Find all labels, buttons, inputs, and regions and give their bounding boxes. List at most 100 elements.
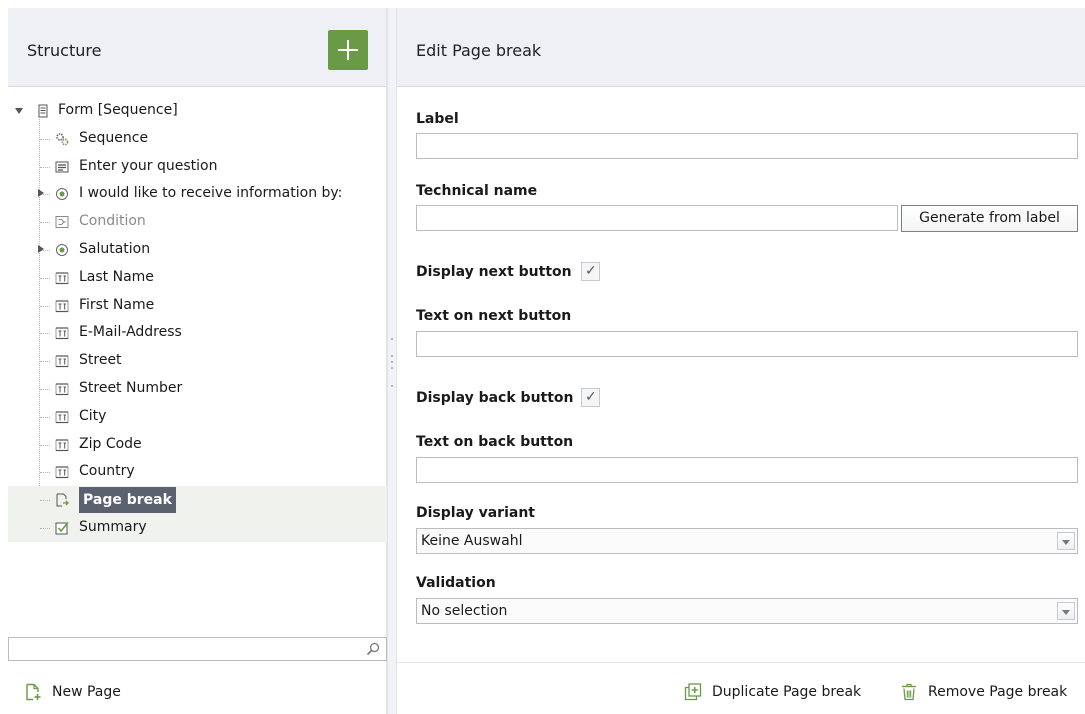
display-next-checkbox[interactable]: ✓	[581, 262, 600, 281]
tree-node-label: Country	[79, 463, 135, 480]
validation-value: No selection	[421, 603, 508, 619]
editor-header: Edit Page break	[397, 8, 1085, 87]
tree-node-label: Zip Code	[79, 435, 142, 452]
tree-branch-line	[40, 389, 50, 390]
expand-arrow-down-icon[interactable]	[13, 97, 25, 125]
add-element-button[interactable]	[328, 30, 368, 70]
back-text-input[interactable]	[416, 457, 1078, 483]
tree-branch-line	[40, 305, 50, 307]
expand-arrow-right-icon[interactable]	[35, 180, 47, 208]
tree-node-label: Form [Sequence]	[58, 102, 178, 118]
tree-node[interactable]: Street	[8, 347, 387, 375]
tree-branch-line	[40, 472, 50, 474]
tree-node[interactable]: First Name	[8, 292, 387, 320]
tree-node[interactable]: Zip Code	[8, 431, 387, 459]
tree-branch-line	[40, 361, 50, 363]
editor-title: Edit Page break	[416, 41, 542, 60]
tree-node-label: Salutation	[79, 241, 151, 257]
tree-node-label: Enter your question	[79, 157, 218, 174]
trash-icon	[902, 683, 916, 701]
tree-branch-line	[40, 444, 50, 446]
back-text-label: Text on back button	[416, 434, 574, 450]
radio-icon	[56, 244, 68, 256]
tree-node-label: Sequence	[79, 129, 149, 146]
splitter-grip	[391, 385, 393, 387]
tree-node[interactable]: Summary	[8, 514, 387, 542]
tree-node-label: Page break	[79, 487, 176, 514]
chevron-down-icon[interactable]	[1057, 602, 1075, 620]
generate-from-label-button[interactable]: Generate from label	[901, 205, 1078, 232]
search-icon[interactable]	[366, 642, 380, 656]
next-text-input[interactable]	[416, 331, 1078, 357]
panel-splitter[interactable]	[387, 8, 397, 714]
text-field-icon	[55, 411, 69, 423]
tree-node-label: Summary	[79, 519, 147, 535]
tree-node[interactable]: Page break	[8, 486, 387, 514]
tree-node[interactable]: Country	[8, 458, 387, 486]
tree-branch-line	[40, 500, 50, 502]
tree-node-label: Street	[79, 352, 122, 369]
tree-branch-line	[40, 277, 50, 279]
tree-branch-line	[40, 528, 50, 529]
text-field-icon	[55, 327, 69, 340]
display-back-checkbox[interactable]: ✓	[581, 388, 600, 407]
tree-branch-line	[40, 138, 50, 140]
display-next-label: Display next button	[416, 264, 572, 280]
splitter-grip	[391, 361, 393, 363]
summary-icon	[55, 521, 69, 535]
tree-node[interactable]: City	[8, 403, 387, 431]
new-page-label: New Page	[52, 684, 121, 700]
tree-node[interactable]: Sequence	[8, 125, 387, 153]
display-back-label: Display back button	[416, 390, 574, 406]
tree-node[interactable]: Condition	[8, 208, 387, 236]
tree-node[interactable]: E-Mail-Address	[8, 319, 387, 347]
expand-arrow-right-icon[interactable]	[35, 236, 47, 264]
text-block-icon	[55, 161, 69, 173]
radio-icon	[56, 188, 68, 201]
next-text-label: Text on next button	[416, 308, 572, 324]
gears-icon	[56, 132, 69, 146]
tree-node[interactable]: Salutation	[8, 236, 387, 264]
technical-name-label: Technical name	[416, 183, 538, 199]
tree-node[interactable]: Street Number	[8, 375, 387, 403]
new-page-button[interactable]: New Page	[24, 681, 121, 703]
editor-panel: Edit Page break Label Technical name Gen…	[397, 8, 1085, 714]
structure-header: Structure	[8, 8, 386, 87]
tree-node[interactable]: Last Name	[8, 264, 387, 292]
chevron-down-icon[interactable]	[1057, 532, 1075, 550]
tree-node-label: Condition	[79, 213, 146, 230]
text-field-icon	[55, 272, 69, 284]
checkmark-icon: ✓	[585, 389, 597, 405]
label-input[interactable]	[416, 133, 1078, 159]
duplicate-icon	[684, 683, 702, 701]
tree-branch-line	[40, 333, 50, 335]
tree-node[interactable]: I would like to receive information by:	[8, 180, 387, 208]
tree-node-label: First Name	[79, 296, 155, 313]
text-field-icon	[55, 438, 69, 451]
structure-panel: Structure Form [Sequence] Sequence Enter y…	[8, 8, 387, 714]
tree-node-label: Last Name	[79, 268, 154, 285]
display-variant-select[interactable]: Keine Auswahl	[416, 528, 1078, 554]
text-field-icon	[55, 383, 69, 396]
checkmark-icon: ✓	[585, 263, 597, 279]
tree-node-label: E-Mail-Address	[79, 324, 182, 341]
tree-node[interactable]: Form [Sequence]	[8, 97, 387, 125]
tree-branch-line	[40, 166, 50, 168]
validation-select[interactable]: No selection	[416, 598, 1078, 624]
tree-branch-line	[40, 222, 50, 224]
splitter-grip	[391, 367, 393, 369]
duplicate-label: Duplicate Page break	[712, 684, 862, 700]
condition-icon	[55, 216, 69, 229]
display-variant-value: Keine Auswahl	[421, 533, 523, 549]
tree-node-label: City	[79, 407, 107, 424]
duplicate-page-break-button[interactable]: Duplicate Page break	[684, 681, 861, 703]
validation-label: Validation	[416, 575, 496, 591]
tree-search-field[interactable]	[8, 637, 387, 661]
technical-name-input[interactable]	[416, 205, 898, 231]
tree-node[interactable]: Enter your question	[8, 153, 387, 181]
new-page-icon	[26, 683, 41, 701]
text-field-icon	[55, 299, 69, 312]
splitter-grip	[391, 355, 393, 357]
remove-page-break-button[interactable]: Remove Page break	[900, 681, 1067, 703]
tree-search-input[interactable]	[9, 638, 349, 660]
